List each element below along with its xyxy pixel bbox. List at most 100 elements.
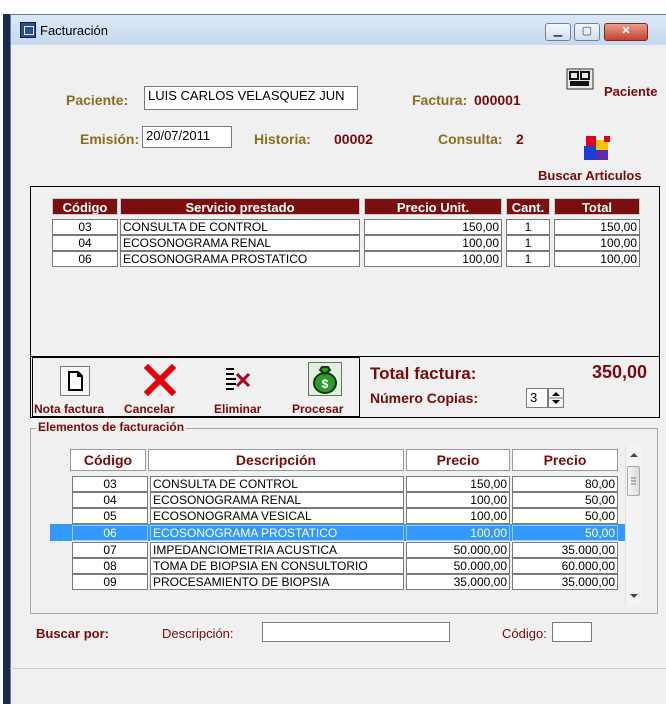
cancelar-label[interactable]: Cancelar <box>124 402 175 416</box>
consulta-value: 2 <box>516 131 524 147</box>
services-col-total: Total <box>554 198 640 215</box>
historia-value: 00002 <box>334 131 373 147</box>
numero-copias-field[interactable]: 3 <box>526 388 548 408</box>
elementos-legend: Elementos de facturación <box>36 420 187 434</box>
eliminar-button[interactable] <box>222 364 254 396</box>
codigo-search-input[interactable] <box>552 622 592 642</box>
services-col-precio: Precio Unit. <box>364 198 502 215</box>
maximize-button[interactable]: ▢ <box>574 23 600 41</box>
table-row-total[interactable]: 100,00 <box>554 251 640 267</box>
paciente-button-icon[interactable] <box>566 68 594 90</box>
delete-lines-icon <box>226 368 251 390</box>
paciente-label: Paciente: <box>66 92 129 108</box>
list-item-precio2[interactable]: 60.000,00 <box>512 558 618 574</box>
nota-factura-button[interactable] <box>60 366 90 396</box>
services-col-servicio: Servicio prestado <box>120 198 360 215</box>
procesar-button[interactable]: $ <box>308 362 342 396</box>
list-item-precio2[interactable]: 50,00 <box>512 508 618 524</box>
list-item-descripcion[interactable]: ECOSONOGRAMA VESICAL <box>150 508 404 524</box>
list-item-precio1[interactable]: 35.000,00 <box>406 574 510 590</box>
scroll-up-icon[interactable] <box>629 449 639 459</box>
list-item-codigo-selected[interactable]: 06 <box>72 525 148 541</box>
factura-label: Factura: <box>412 92 468 108</box>
list-item-descripcion[interactable]: CONSULTA DE CONTROL <box>150 476 404 492</box>
list-item-precio1[interactable]: 100,00 <box>406 492 510 508</box>
eliminar-label[interactable]: Eliminar <box>214 402 261 416</box>
procesar-label[interactable]: Procesar <box>292 402 343 416</box>
list-item-precio2[interactable]: 35.000,00 <box>512 574 618 590</box>
status-separator <box>10 668 666 669</box>
table-row-servicio[interactable]: ECOSONOGRAMA PROSTATICO <box>120 251 360 267</box>
table-row-codigo[interactable]: 06 <box>52 251 118 267</box>
total-factura-value: 350,00 <box>592 362 648 382</box>
list-item-codigo[interactable]: 09 <box>72 574 148 590</box>
list-item-precio1[interactable]: 150,00 <box>406 476 510 492</box>
elements-col-descripcion: Descripción <box>148 449 404 471</box>
list-item-codigo[interactable]: 04 <box>72 492 148 508</box>
table-row-servicio[interactable]: CONSULTA DE CONTROL <box>120 219 360 235</box>
list-item-codigo[interactable]: 05 <box>72 508 148 524</box>
table-row-servicio[interactable]: ECOSONOGRAMA RENAL <box>120 235 360 251</box>
buscar-articulos-label[interactable]: Buscar Articulos <box>538 168 642 183</box>
paciente-button-label[interactable]: Paciente <box>604 84 657 99</box>
cancelar-button[interactable] <box>143 363 177 397</box>
list-item-precio1[interactable]: 100,00 <box>406 508 510 524</box>
table-row-precio[interactable]: 100,00 <box>364 251 502 267</box>
list-item-precio2[interactable]: 50,00 <box>512 492 618 508</box>
window-title: Facturación <box>40 23 108 38</box>
services-col-codigo: Código <box>52 198 118 215</box>
list-item-codigo[interactable]: 07 <box>72 542 148 558</box>
table-row-cant[interactable]: 1 <box>506 235 550 251</box>
consulta-label: Consulta: <box>438 131 503 147</box>
table-row-total[interactable]: 100,00 <box>554 235 640 251</box>
paciente-field[interactable]: LUIS CARLOS VELASQUEZ JUN <box>144 86 358 110</box>
table-row-precio[interactable]: 100,00 <box>364 235 502 251</box>
list-item-precio1[interactable]: 50.000,00 <box>406 542 510 558</box>
table-row-codigo[interactable]: 03 <box>52 219 118 235</box>
list-item-precio1-selected[interactable]: 100,00 <box>406 525 510 541</box>
list-item-descripcion[interactable]: PROCESAMIENTO DE BIOPSIA <box>150 574 404 590</box>
document-icon <box>68 371 83 391</box>
copias-spinner[interactable] <box>548 388 564 408</box>
desktop-margin <box>0 14 3 704</box>
codigo-search-label: Código: <box>502 626 547 641</box>
close-button[interactable]: ✕ <box>604 23 648 41</box>
minimize-button[interactable]: ▁ <box>545 23 571 41</box>
list-item-descripcion[interactable]: TOMA DE BIOPSIA EN CONSULTORIO <box>150 558 404 574</box>
list-item-descripcion[interactable]: IMPEDANCIOMETRIA ACUSTICA <box>150 542 404 558</box>
list-item-descripcion[interactable]: ECOSONOGRAMA RENAL <box>150 492 404 508</box>
historia-label: Historia: <box>254 131 311 147</box>
scroll-down-icon[interactable] <box>629 590 639 600</box>
numero-copias-label: Número Copias: <box>370 390 479 406</box>
list-item-codigo[interactable]: 08 <box>72 558 148 574</box>
descripcion-search-input[interactable] <box>262 622 450 642</box>
desktop-background <box>0 0 666 14</box>
list-item-codigo[interactable]: 03 <box>72 476 148 492</box>
total-factura-label: Total factura: <box>370 364 477 383</box>
table-row-codigo[interactable]: 04 <box>52 235 118 251</box>
elements-col-precio1: Precio <box>406 449 510 471</box>
descripcion-search-label: Descripción: <box>162 626 234 641</box>
table-row-total[interactable]: 150,00 <box>554 219 640 235</box>
nota-factura-label[interactable]: Nota factura <box>34 402 104 416</box>
elements-col-codigo: Código <box>70 449 146 471</box>
buscar-articulos-icon[interactable] <box>582 134 612 164</box>
scroll-thumb[interactable] <box>627 466 640 496</box>
elements-col-precio2: Precio <box>512 449 618 471</box>
svg-text:$: $ <box>322 377 329 391</box>
list-item-precio2[interactable]: 35.000,00 <box>512 542 618 558</box>
app-icon <box>20 22 36 38</box>
list-item-precio1[interactable]: 50.000,00 <box>406 558 510 574</box>
emision-field[interactable]: 20/07/2011 <box>142 126 232 148</box>
grip-icon <box>631 477 636 485</box>
table-row-cant[interactable]: 1 <box>506 251 550 267</box>
emision-label: Emisión: <box>80 131 140 147</box>
spinner-arrows-icon <box>549 392 563 404</box>
list-item-precio2-selected[interactable]: 50,00 <box>512 525 618 541</box>
table-row-cant[interactable]: 1 <box>506 219 550 235</box>
list-item-precio2[interactable]: 80,00 <box>512 476 618 492</box>
services-col-cant: Cant. <box>506 198 550 215</box>
list-item-descripcion-selected[interactable]: ECOSONOGRAMA PROSTATICO <box>150 525 404 541</box>
buscar-por-label: Buscar por: <box>36 626 109 641</box>
table-row-precio[interactable]: 150,00 <box>364 219 502 235</box>
